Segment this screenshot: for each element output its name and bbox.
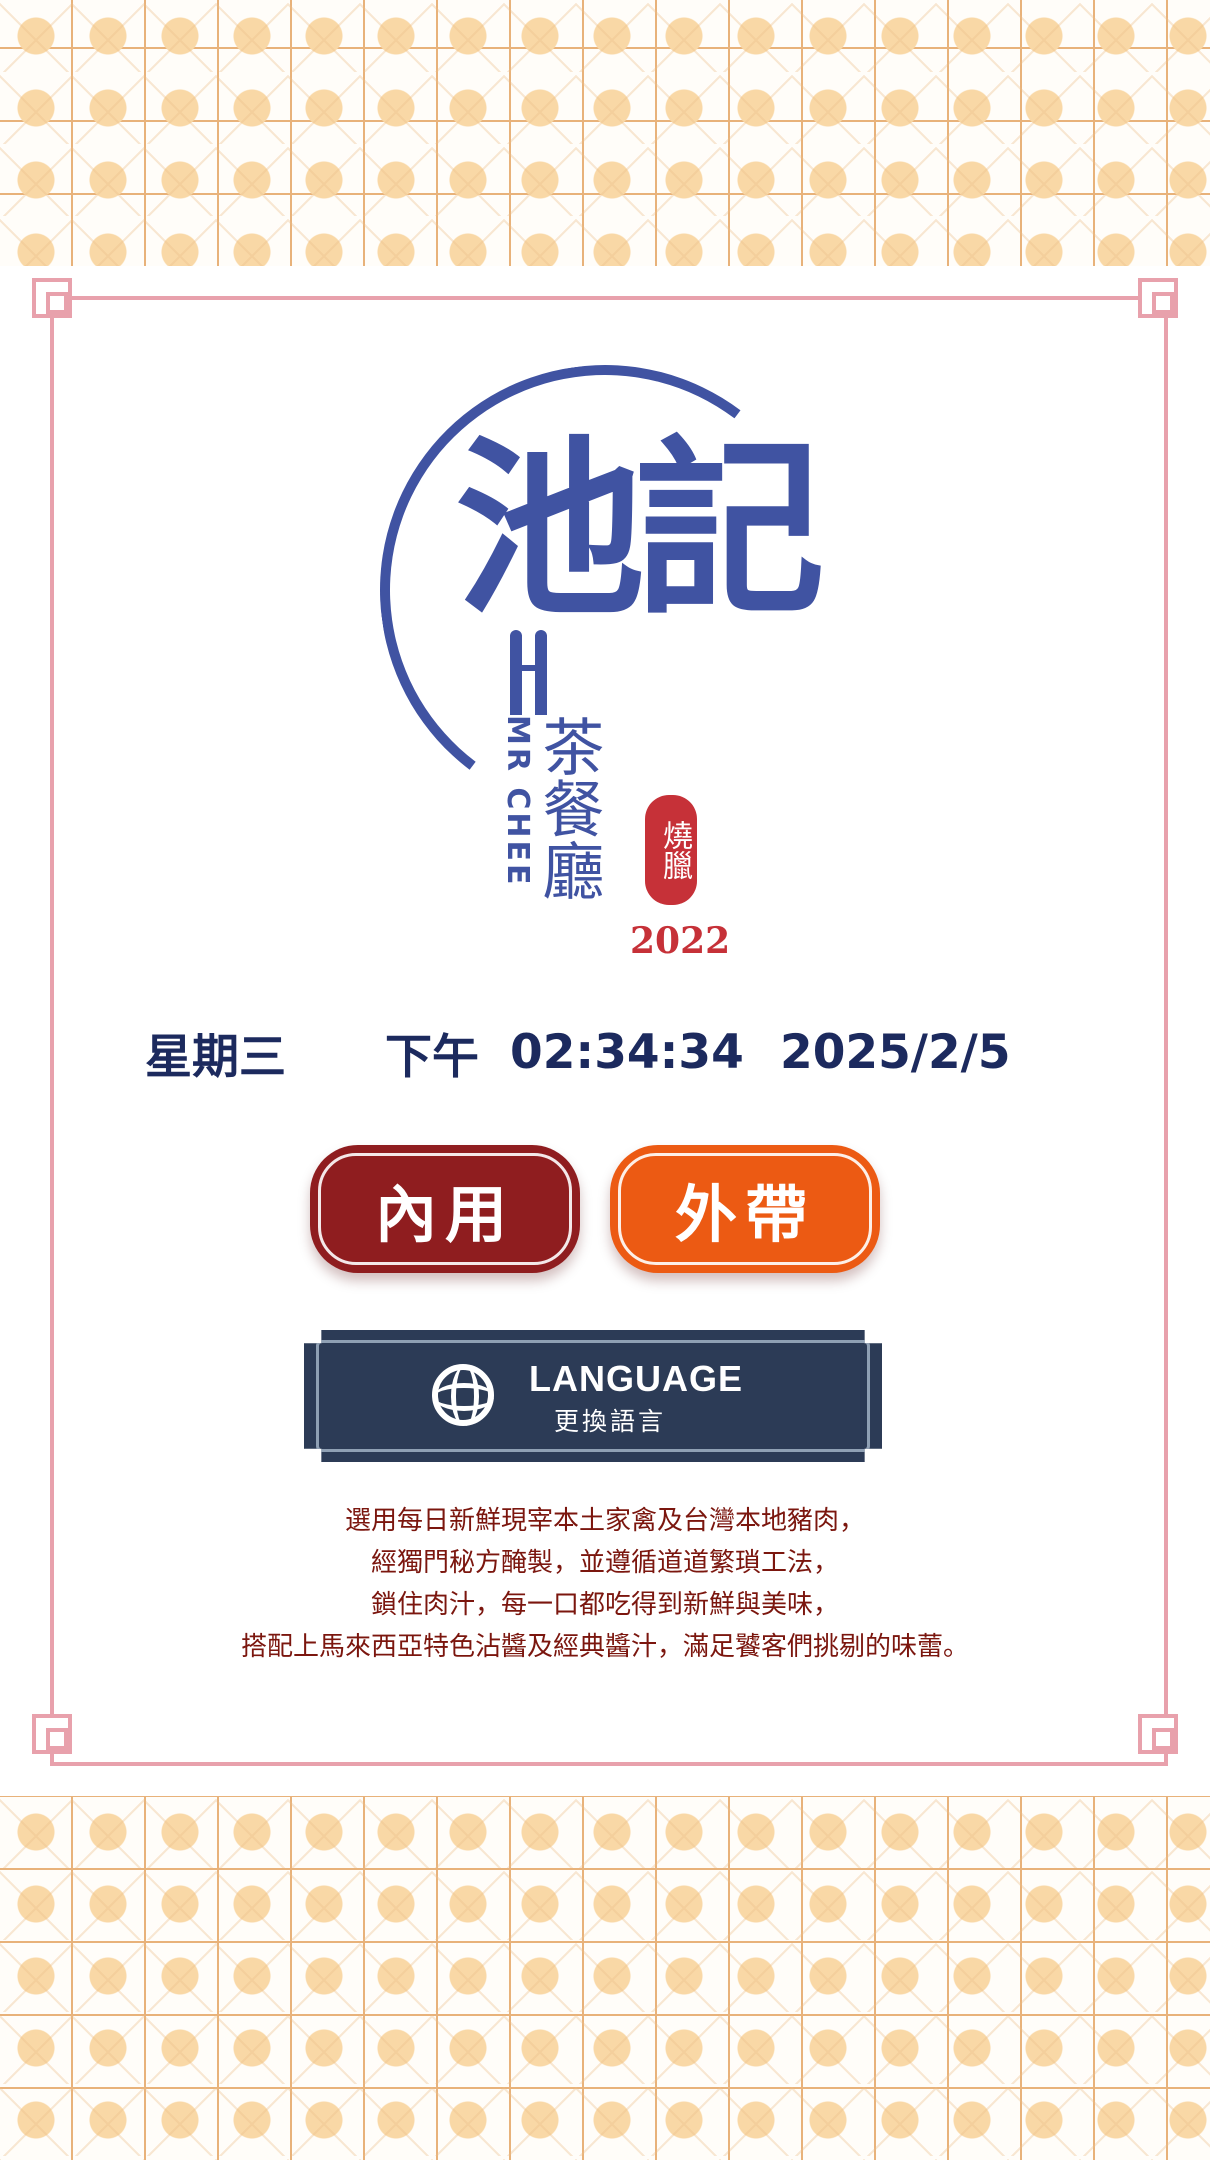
language-title: LANGUAGE — [529, 1358, 743, 1399]
frame-corner-top-left — [32, 278, 72, 318]
frame-corner-bottom-right — [1138, 1714, 1178, 1754]
frame-corner-top-right — [1138, 278, 1178, 318]
weekday: 星期三 — [145, 1029, 286, 1085]
restaurant-description: 選用每日新鮮現宰本土家禽及台灣本地豬肉， 經獨門秘方醃製，並遵循道道繁瑣工法， … — [115, 1500, 1095, 1668]
top-lattice-pattern — [0, 0, 1210, 266]
restaurant-logo: 池記 MR CHEE 茶餐廳 燒臘 2022 — [350, 335, 920, 985]
take-out-button[interactable]: 外帶 — [610, 1145, 880, 1273]
description-line: 鎖住肉汁，每一口都吃得到新鮮與美味， — [370, 1590, 839, 1620]
current-datetime: 星期三 下午 02:34:34 2025/2/5 — [145, 1020, 1065, 1085]
language-button[interactable]: LANGUAGE 更換語言 — [304, 1330, 882, 1462]
frame-corner-bottom-left — [32, 1714, 72, 1754]
logo-subtitle: 茶餐廳 — [531, 715, 605, 901]
twin-towers-icon — [505, 625, 555, 715]
logo-main-text: 池記 — [455, 418, 825, 641]
time: 02:34:34 — [510, 1024, 744, 1080]
globe-icon — [432, 1364, 494, 1426]
date: 2025/2/5 — [780, 1024, 1011, 1080]
logo-year: 2022 — [630, 920, 731, 962]
description-line: 經獨門秘方醃製，並遵循道道繁瑣工法， — [370, 1548, 839, 1578]
dine-in-button[interactable]: 內用 — [310, 1145, 580, 1273]
ampm: 下午 — [385, 1029, 479, 1085]
description-line: 選用每日新鮮現宰本土家禽及台灣本地豬肉， — [344, 1506, 865, 1536]
bottom-lattice-pattern — [0, 1796, 1210, 2160]
logo-seal: 燒臘 — [645, 795, 697, 905]
description-line: 搭配上馬來西亞特色沾醬及經典醬汁，滿足饕客們挑剔的味蕾。 — [240, 1632, 969, 1662]
language-subtitle: 更換語言 — [554, 1407, 667, 1436]
